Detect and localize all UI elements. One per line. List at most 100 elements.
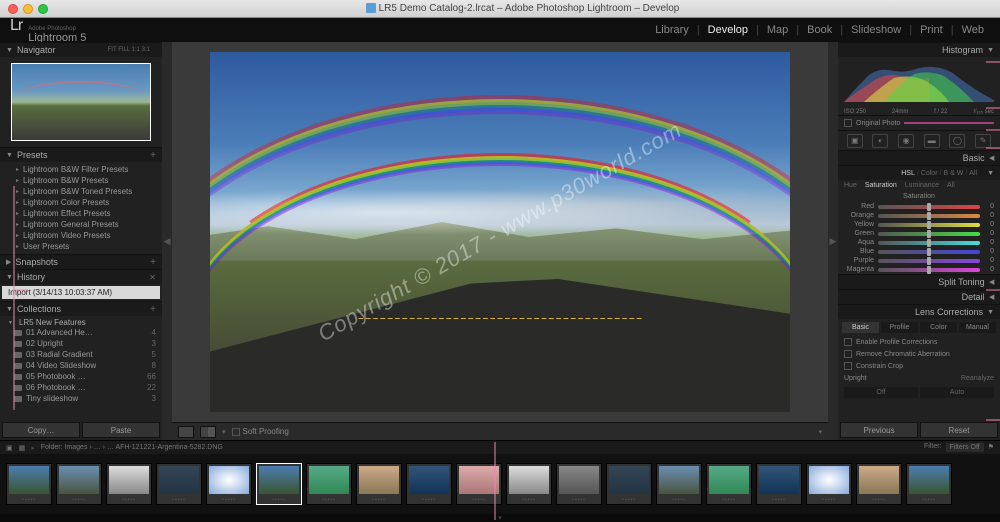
before-after-button[interactable]	[200, 426, 216, 438]
filmstrip-toggle[interactable]: ▾	[0, 514, 1000, 522]
hsl-tab-all[interactable]: All	[969, 170, 977, 177]
collection-set[interactable]: LR5 New Features	[0, 318, 162, 327]
upright-off-button[interactable]: Off	[844, 387, 918, 398]
saturation-slider-blue[interactable]: Blue0	[838, 247, 1000, 256]
filmstrip-thumbnail[interactable]: •••••	[56, 463, 102, 505]
basic-header[interactable]: Basic	[838, 151, 1000, 165]
filmstrip-thumbnail[interactable]: •••••	[606, 463, 652, 505]
filmstrip-thumbnail[interactable]: •••••	[256, 463, 302, 505]
filter-lock-icon[interactable]: ⚑	[988, 443, 994, 452]
saturation-slider-aqua[interactable]: Aqua0	[838, 238, 1000, 247]
add-preset-icon[interactable]: +	[150, 150, 156, 161]
grid-view-icon[interactable]: ▦	[19, 444, 26, 452]
saturation-slider-purple[interactable]: Purple0	[838, 256, 1000, 265]
canvas-area[interactable]: Copyright © 2017 - www.p30world.com	[172, 42, 828, 422]
preset-folder[interactable]: Lightroom Color Presets	[0, 197, 162, 208]
split-toning-header[interactable]: Split Toning	[838, 275, 1000, 289]
radial-filter-tool-icon[interactable]: ◯	[949, 134, 965, 148]
module-web[interactable]: Web	[956, 24, 990, 36]
filmstrip-thumbnail[interactable]: •••••	[656, 463, 702, 505]
paste-settings-button[interactable]: Paste	[82, 422, 160, 438]
hsl-subtab-all[interactable]: All	[947, 182, 955, 189]
filmstrip-thumbnail[interactable]: •••••	[906, 463, 952, 505]
saturation-slider-yellow[interactable]: Yellow0	[838, 220, 1000, 229]
preset-folder[interactable]: Lightroom B&W Toned Presets	[0, 186, 162, 197]
original-photo-row[interactable]: Original Photo	[838, 115, 1000, 130]
view-options-icon[interactable]: ▾	[222, 428, 226, 436]
histogram-display[interactable]: ISO 250 24mm f / 22 ¹⁄₁₂₅ sec	[838, 57, 1000, 115]
module-print[interactable]: Print	[914, 24, 949, 36]
snapshots-header[interactable]: Snapshots +	[0, 255, 162, 269]
copy-settings-button[interactable]: Copy…	[2, 422, 80, 438]
add-snapshot-icon[interactable]: +	[150, 257, 156, 268]
filmstrip-thumbnail[interactable]: •••••	[556, 463, 602, 505]
collection-item[interactable]: 02 Upright3	[0, 338, 162, 349]
crop-tool-icon[interactable]: ▣	[847, 134, 863, 148]
close-window-icon[interactable]	[8, 4, 18, 14]
history-header[interactable]: History ✕	[0, 270, 162, 284]
redeye-tool-icon[interactable]: ◉	[898, 134, 914, 148]
toolbar-collapse-icon[interactable]: ▾	[818, 428, 822, 436]
collection-item[interactable]: 01 Advanced He…4	[0, 327, 162, 338]
filmstrip-thumbnail[interactable]: •••••	[506, 463, 552, 505]
filmstrip-thumbnail[interactable]: •••••	[156, 463, 202, 505]
graduated-filter-tool-icon[interactable]: ▬	[924, 134, 940, 148]
filmstrip-thumbnail[interactable]: •••••	[356, 463, 402, 505]
filmstrip-thumbnail[interactable]: •••••	[456, 463, 502, 505]
minimize-window-icon[interactable]	[23, 4, 33, 14]
reset-button[interactable]: Reset	[920, 422, 998, 438]
saturation-slider-green[interactable]: Green0	[838, 229, 1000, 238]
filmstrip-breadcrumb[interactable]: Folder: Images › … › … AFH-121221-Argent…	[41, 444, 223, 451]
collection-item[interactable]: 06 Photobook …22	[0, 382, 162, 393]
adjustment-brush-tool-icon[interactable]: ✎	[975, 134, 991, 148]
module-library[interactable]: Library	[649, 24, 695, 36]
preset-folder[interactable]: Lightroom B&W Presets	[0, 175, 162, 186]
module-map[interactable]: Map	[761, 24, 794, 36]
filters-off-button[interactable]: Filters Off	[946, 443, 984, 452]
lens-tab-profile[interactable]: Profile	[881, 322, 918, 333]
preset-folder[interactable]: Lightroom General Presets	[0, 219, 162, 230]
loupe-view-button[interactable]	[178, 426, 194, 438]
saturation-slider-magenta[interactable]: Magenta0	[838, 265, 1000, 274]
module-book[interactable]: Book	[801, 24, 838, 36]
lens-tab-basic[interactable]: Basic	[842, 322, 879, 333]
right-panel-toggle[interactable]: ▶	[828, 42, 838, 440]
saturation-slider-red[interactable]: Red0	[838, 202, 1000, 211]
hsl-subtab-saturation[interactable]: Saturation	[865, 182, 897, 189]
lens-tab-manual[interactable]: Manual	[959, 322, 996, 333]
preset-folder[interactable]: Lightroom B&W Filter Presets	[0, 164, 162, 175]
histogram-header[interactable]: Histogram	[838, 43, 1000, 57]
preset-folder[interactable]: User Presets	[0, 241, 162, 252]
navigator-header[interactable]: Navigator FIT FILL 1:1 3:1	[0, 43, 162, 57]
hsl-tab-hsl[interactable]: HSL	[901, 170, 915, 177]
previous-button[interactable]: Previous	[840, 422, 918, 438]
filmstrip-thumbnail[interactable]: •••••	[706, 463, 752, 505]
filmstrip-thumbnail[interactable]: •••••	[756, 463, 802, 505]
filmstrip-thumbnail[interactable]: •••••	[856, 463, 902, 505]
history-item[interactable]: Import (3/14/13 10:03:37 AM)	[2, 286, 160, 299]
zoom-window-icon[interactable]	[38, 4, 48, 14]
clear-history-icon[interactable]: ✕	[149, 273, 156, 282]
navigator-zoom-options[interactable]: FIT FILL 1:1 3:1	[108, 47, 156, 53]
second-monitor-icon[interactable]: ▣	[6, 444, 13, 452]
lens-corrections-header[interactable]: Lens Corrections	[838, 305, 1000, 319]
filmstrip-thumbnail[interactable]: •••••	[406, 463, 452, 505]
preset-folder[interactable]: Lightroom Effect Presets	[0, 208, 162, 219]
left-panel-toggle[interactable]: ◀	[162, 42, 172, 440]
module-develop[interactable]: Develop	[702, 24, 754, 36]
lens-tab-color[interactable]: Color	[920, 322, 957, 333]
hsl-subtab-hue[interactable]: Hue	[844, 182, 857, 189]
upright-auto-button[interactable]: Auto	[920, 387, 994, 398]
filmstrip-thumbnail[interactable]: •••••	[6, 463, 52, 505]
filmstrip-thumbnail[interactable]: •••••	[806, 463, 852, 505]
lens-check-remove-chromatic-aberration[interactable]: Remove Chromatic Aberration	[838, 348, 1000, 360]
navigator-preview[interactable]	[0, 57, 162, 147]
soft-proofing-toggle[interactable]: Soft Proofing	[232, 427, 289, 436]
detail-header[interactable]: Detail	[838, 290, 1000, 304]
saturation-slider-orange[interactable]: Orange0	[838, 211, 1000, 220]
collection-item[interactable]: Tiny slideshow3	[0, 393, 162, 404]
collection-item[interactable]: 05 Photobook …66	[0, 371, 162, 382]
hsl-header[interactable]: HSL/Color/B & W/All	[838, 166, 1000, 180]
collection-item[interactable]: 03 Radial Gradient5	[0, 349, 162, 360]
add-collection-icon[interactable]: +	[150, 304, 156, 315]
